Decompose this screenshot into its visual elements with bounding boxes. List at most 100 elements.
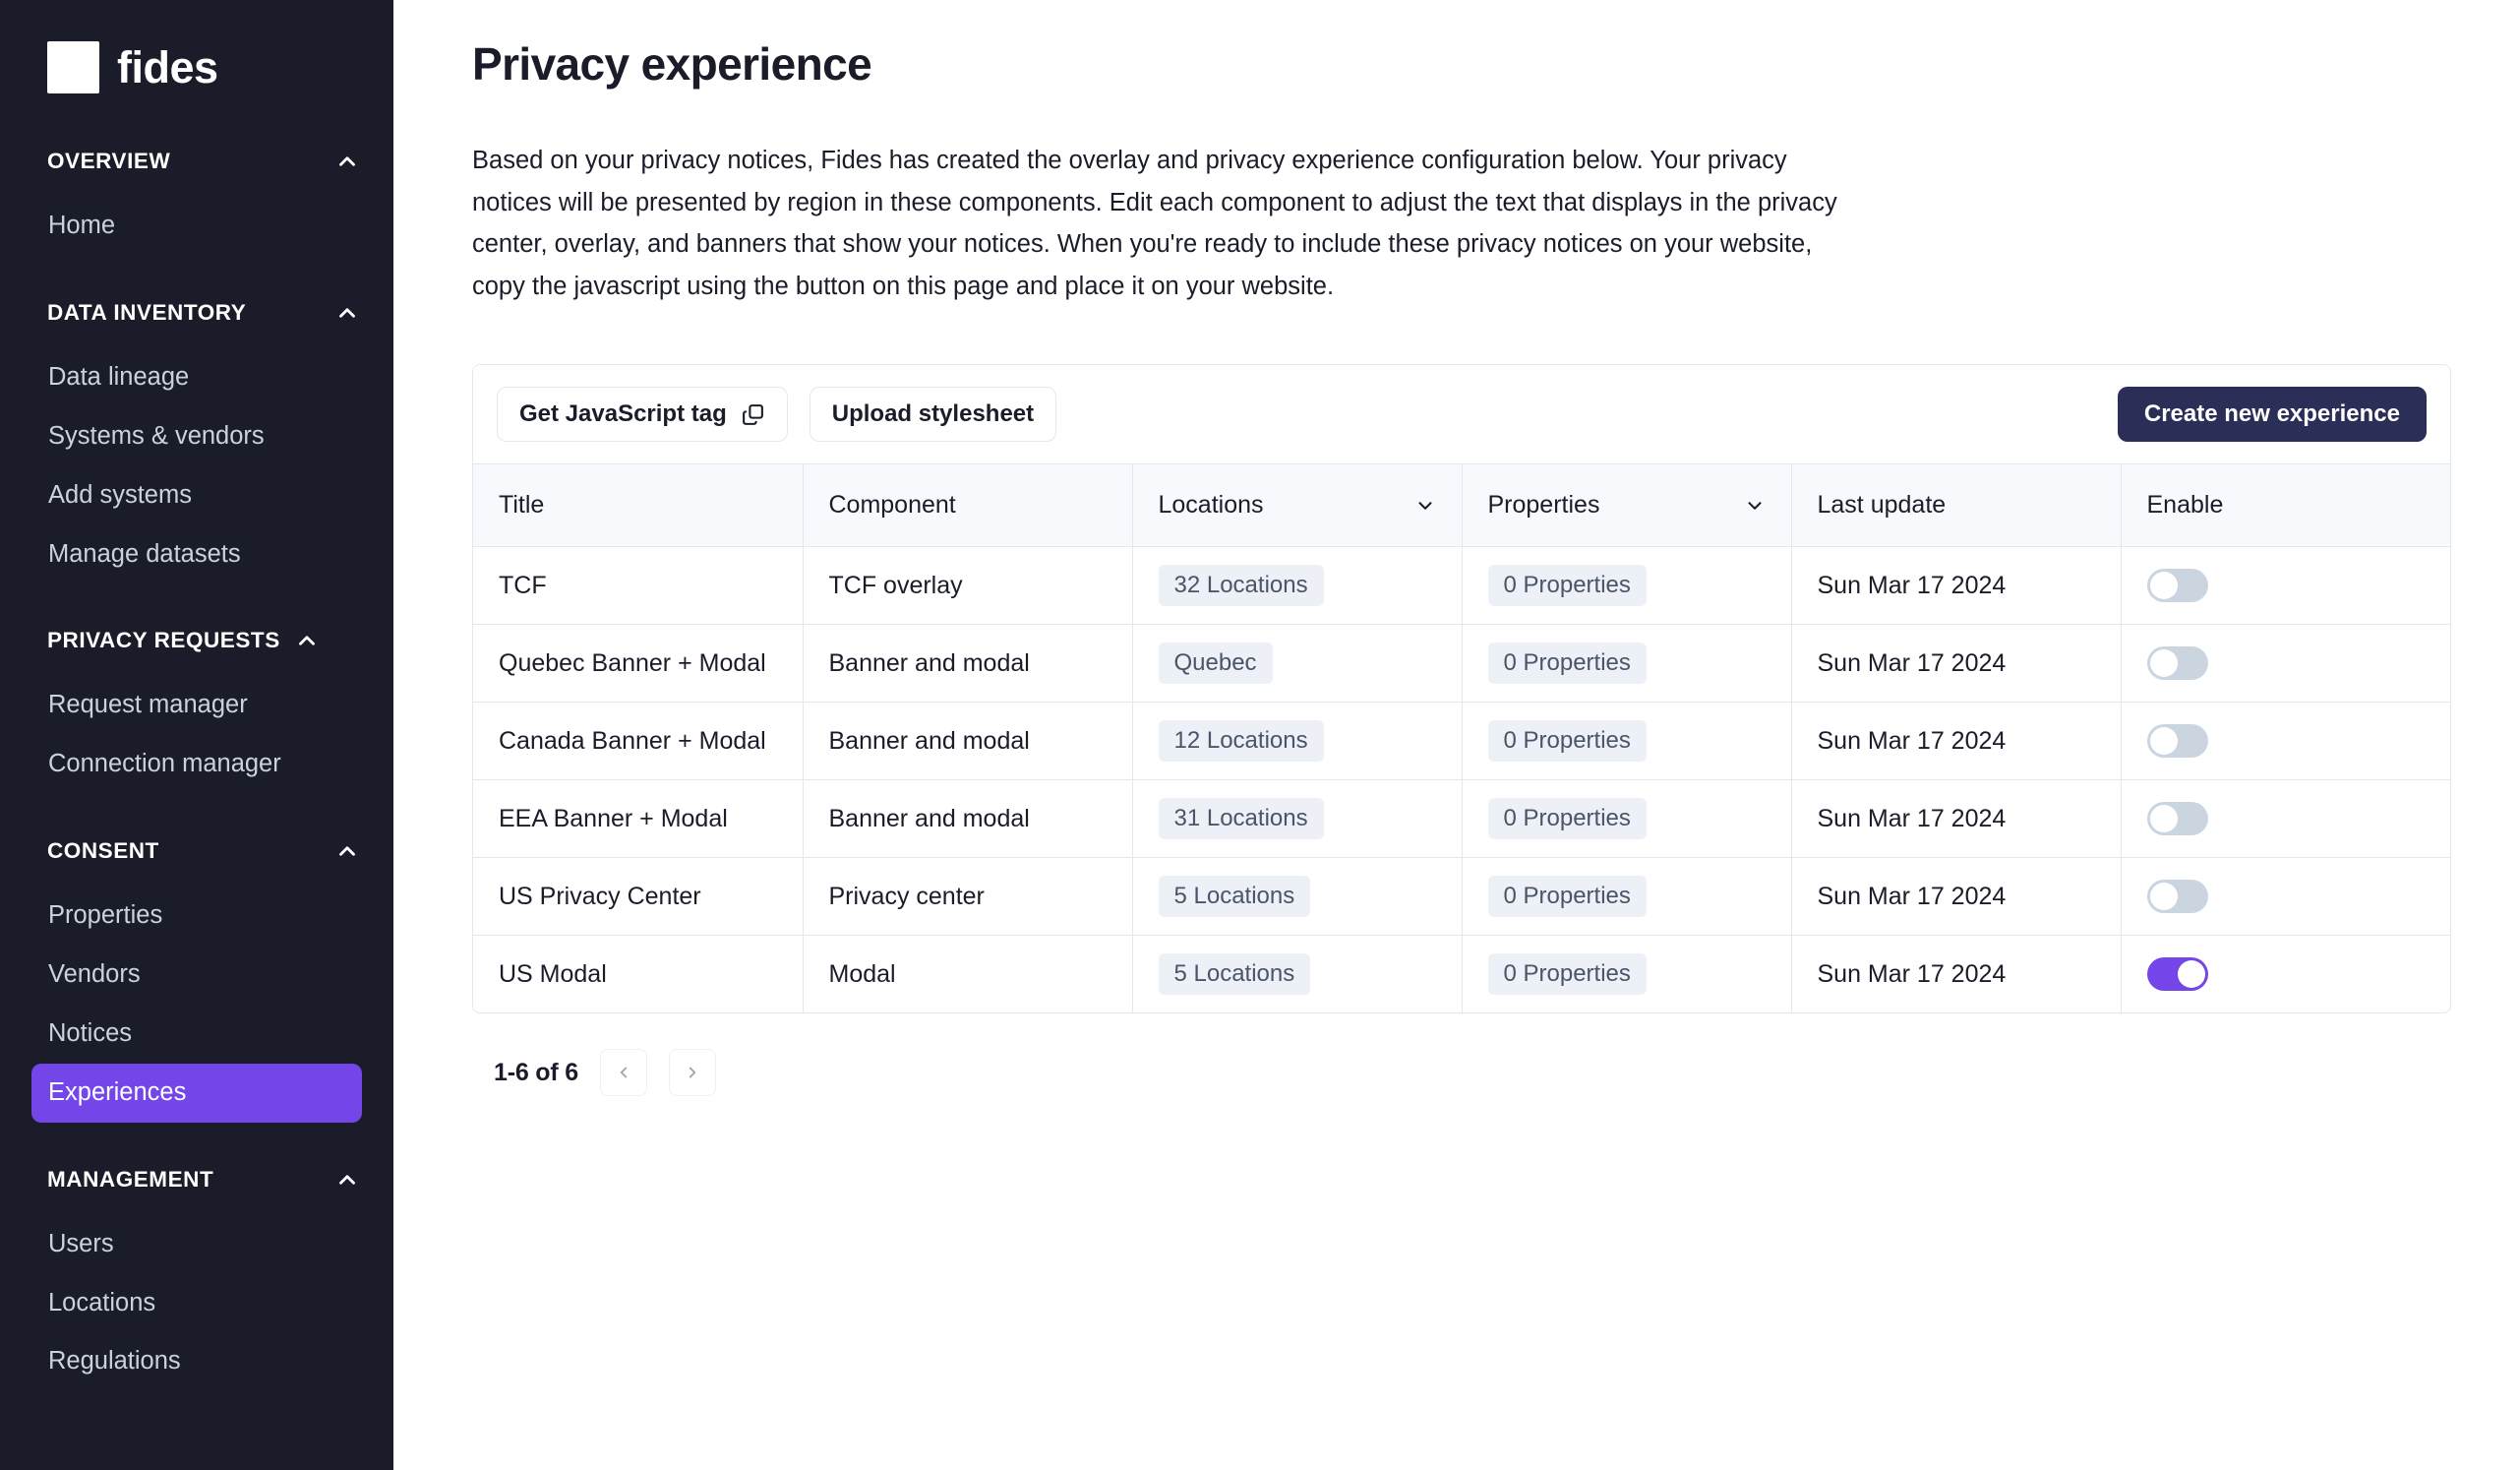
cell-properties: 0 Properties [1462,857,1792,936]
properties-badge[interactable]: 0 Properties [1487,876,1647,917]
cell-title: US Privacy Center [473,857,804,936]
column-header-label: Component [828,491,956,519]
sidebar-item-home[interactable]: Home [31,197,362,256]
sidebar-item-regulations[interactable]: Regulations [31,1332,362,1391]
sidebar-item-connection-manager[interactable]: Connection manager [31,735,362,794]
sidebar-item-users[interactable]: Users [31,1215,362,1274]
chevron-down-icon[interactable] [1414,495,1436,517]
locations-badge[interactable]: Quebec [1158,643,1273,684]
copy-icon [741,402,765,427]
cell-title: US Modal [473,935,804,1012]
cell-properties: 0 Properties [1462,624,1792,703]
table-row[interactable]: Canada Banner + Modal Banner and modal 12 … [473,702,2450,780]
cell-last-update: Sun Mar 17 2024 [1791,624,2122,703]
sidebar-section-privacy-requests[interactable]: PRIVACY REQUESTS [0,619,393,662]
upload-stylesheet-button[interactable]: Upload stylesheet [809,387,1057,442]
table-row[interactable]: US Privacy Center Privacy center 5 Locatio… [473,857,2450,936]
column-header-label: Title [499,491,545,519]
toggle-knob [2149,727,2178,755]
sidebar-section-management[interactable]: MANAGEMENT [0,1158,393,1201]
sidebar-item-locations[interactable]: Locations [31,1274,362,1333]
table-row[interactable]: Quebec Banner + Modal Banner and modal Que… [473,624,2450,703]
locations-badge[interactable]: 5 Locations [1158,876,1311,917]
enable-toggle[interactable] [2146,880,2208,913]
cell-locations: Quebec [1132,624,1463,703]
sidebar: fides OVERVIEW Home DATA INVENTORY Data lin… [0,0,393,1470]
cell-locations: 5 Locations [1132,857,1463,936]
app-root: fides OVERVIEW Home DATA INVENTORY Data lin… [0,0,2520,1470]
chevron-up-icon[interactable] [294,628,320,653]
properties-badge[interactable]: 0 Properties [1487,643,1647,684]
cell-enable [2121,779,2450,858]
pagination: 1-6 of 6 [472,1049,2520,1096]
properties-badge[interactable]: 0 Properties [1487,953,1647,995]
sidebar-item-manage-datasets[interactable]: Manage datasets [31,525,362,584]
table-row[interactable]: TCF TCF overlay 32 Locations 0 Properties Su… [473,546,2450,625]
column-header-label: Last update [1817,491,1947,519]
sidebar-item-data-lineage[interactable]: Data lineage [31,348,362,407]
cell-last-update: Sun Mar 17 2024 [1791,546,2122,625]
locations-badge[interactable]: 12 Locations [1158,720,1324,762]
cell-properties: 0 Properties [1462,702,1792,780]
upload-stylesheet-label: Upload stylesheet [831,400,1035,427]
pagination-next-button[interactable] [668,1049,716,1096]
toggle-knob [2149,649,2178,677]
table-row[interactable]: US Modal Modal 5 Locations 0 Properties Sun … [473,935,2450,1013]
chevron-up-icon[interactable] [334,149,360,174]
locations-badge[interactable]: 31 Locations [1158,798,1324,839]
get-javascript-tag-button[interactable]: Get JavaScript tag [497,387,788,442]
sidebar-item-properties[interactable]: Properties [31,887,362,946]
sidebar-item-experiences[interactable]: Experiences [31,1063,362,1123]
locations-badge[interactable]: 32 Locations [1158,565,1324,606]
chevron-up-icon[interactable] [334,838,360,864]
chevron-down-icon[interactable] [1744,495,1766,517]
sidebar-item-notices[interactable]: Notices [31,1005,362,1064]
enable-toggle[interactable] [2146,724,2208,758]
table-header-row: Title Component Locations Properties Last up… [473,463,2450,547]
properties-badge[interactable]: 0 Properties [1487,565,1647,606]
enable-toggle[interactable] [2146,569,2208,602]
column-header-last-update: Last update [1791,463,2122,547]
sidebar-item-add-systems[interactable]: Add systems [31,466,362,525]
cell-title: TCF [473,546,804,625]
sidebar-item-request-manager[interactable]: Request manager [31,676,362,735]
brand[interactable]: fides [0,0,393,104]
enable-toggle[interactable] [2146,646,2208,680]
enable-toggle[interactable] [2146,957,2208,991]
sidebar-nav: OVERVIEW Home DATA INVENTORY Data lineage Sy… [0,140,393,1391]
chevron-up-icon[interactable] [334,300,360,326]
table-toolbar: Get JavaScript tag Upload stylesheet Cre… [473,365,2450,463]
cell-properties: 0 Properties [1462,779,1792,858]
sidebar-section-overview[interactable]: OVERVIEW [0,140,393,183]
enable-toggle[interactable] [2146,802,2208,835]
properties-badge[interactable]: 0 Properties [1487,720,1647,762]
column-header-properties[interactable]: Properties [1462,463,1792,547]
sidebar-section-title: PRIVACY REQUESTS [47,628,280,653]
create-new-experience-button[interactable]: Create new experience [2117,387,2427,442]
cell-locations: 32 Locations [1132,546,1463,625]
toggle-knob [2149,572,2178,599]
sidebar-section-data-inventory[interactable]: DATA INVENTORY [0,291,393,335]
cell-last-update: Sun Mar 17 2024 [1791,935,2122,1012]
cell-component: Privacy center [803,857,1133,936]
table-row[interactable]: EEA Banner + Modal Banner and modal 31 Loc… [473,779,2450,858]
properties-badge[interactable]: 0 Properties [1487,798,1647,839]
cell-title: Canada Banner + Modal [473,702,804,780]
toggle-knob [2149,805,2178,832]
sidebar-section-consent[interactable]: CONSENT [0,829,393,873]
locations-badge[interactable]: 5 Locations [1158,953,1311,995]
cell-component: Banner and modal [803,624,1133,703]
column-header-enable: Enable [2121,463,2450,547]
sidebar-item-systems-vendors[interactable]: Systems & vendors [31,407,362,466]
cell-component: Banner and modal [803,702,1133,780]
sidebar-section-title: MANAGEMENT [47,1166,214,1192]
page-description: Based on your privacy notices, Fides has… [472,147,1837,300]
column-header-locations[interactable]: Locations [1132,463,1463,547]
cell-locations: 12 Locations [1132,702,1463,780]
cell-enable [2121,624,2450,703]
cell-enable [2121,936,2450,1013]
sidebar-item-vendors[interactable]: Vendors [31,946,362,1005]
experiences-table-card: Get JavaScript tag Upload stylesheet Cre… [472,364,2451,1013]
pagination-prev-button[interactable] [599,1049,647,1096]
chevron-up-icon[interactable] [334,1167,360,1193]
